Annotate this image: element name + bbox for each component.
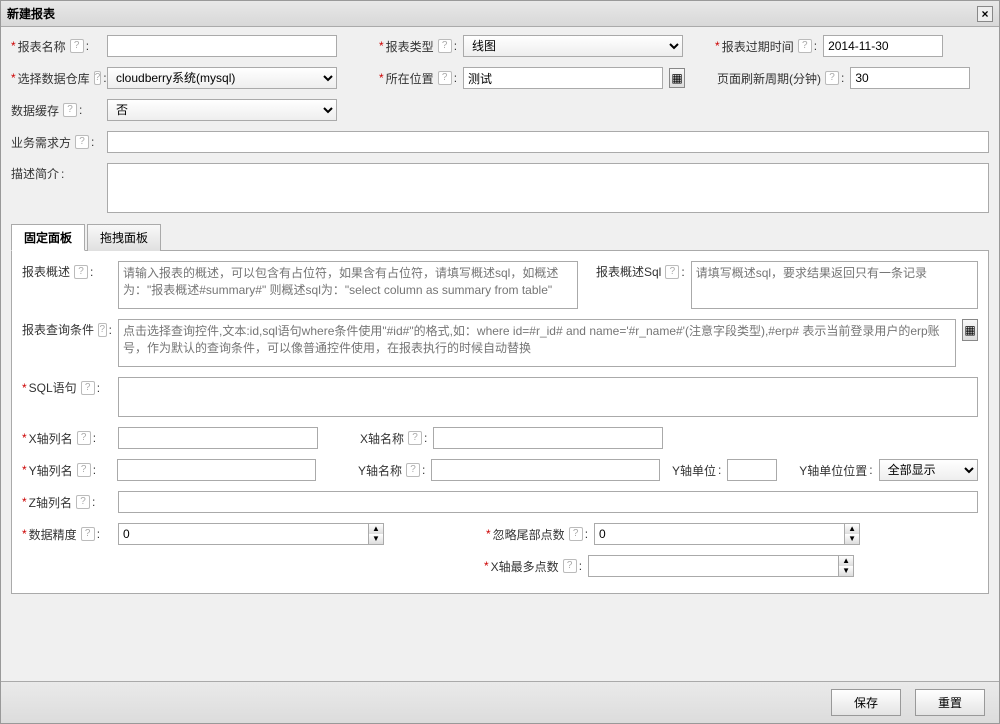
report-desc-sql-input[interactable] [691,261,978,309]
data-cache-label: 数据缓存?: [11,102,101,119]
spinner-down-icon[interactable]: ▼ [839,566,853,576]
x-max-points-input[interactable] [588,555,838,577]
x-axis-name-input[interactable] [433,427,663,449]
y-col-input[interactable] [117,459,316,481]
report-type-select[interactable]: 线图 [463,35,683,57]
location-label: *所在位置?: [379,70,457,87]
refresh-cycle-label: 页面刷新周期(分钟)?: [717,70,844,87]
tab-fixed-panel[interactable]: 固定面板 [11,224,85,251]
x-axis-name-label: X轴名称?: [360,430,427,447]
business-demand-label: 业务需求方?: [11,134,101,151]
datawarehouse-select[interactable]: cloudberry系统(mysql) [107,67,337,89]
y-unit-pos-label: Y轴单位位置: [799,462,872,479]
y-unit-input[interactable] [727,459,777,481]
spinner-up-icon[interactable]: ▲ [839,556,853,566]
expire-time-input[interactable] [823,35,943,57]
bottom-bar: 保存 重置 [1,681,999,723]
desc-intro-input[interactable] [107,163,989,213]
x-col-input[interactable] [118,427,318,449]
sql-stmt-label: *SQL语句?: [22,377,112,396]
x-max-points-label: *X轴最多点数?: [484,558,582,575]
dialog-window: 新建报表 × *报表名称?: *报表类型?: 线图 *报表过期时间?: *选择数… [0,0,1000,724]
close-icon[interactable]: × [977,6,993,22]
business-demand-input[interactable] [107,131,989,153]
save-button[interactable]: 保存 [831,689,901,716]
location-picker-icon[interactable]: ▦ [669,68,685,88]
x-col-label: *X轴列名?: [22,430,112,447]
ignore-tail-input[interactable] [594,523,844,545]
y-axis-name-label: Y轴名称?: [358,462,425,479]
ignore-tail-label: *忽略尾部点数?: [486,526,588,543]
sql-stmt-input[interactable] [118,377,978,417]
report-type-label: *报表类型?: [379,38,457,55]
y-unit-pos-select[interactable]: 全部显示 [879,459,978,481]
data-precision-label: *数据精度?: [22,526,112,543]
tab-drag-panel[interactable]: 拖拽面板 [87,224,161,251]
report-desc-label: 报表概述?: [22,261,112,280]
expire-time-label: *报表过期时间?: [715,38,817,55]
desc-intro-label: 描述简介: [11,163,101,182]
refresh-cycle-input[interactable] [850,67,970,89]
dialog-title: 新建报表 [7,5,55,22]
report-desc-sql-label: 报表概述Sql?: [596,261,685,280]
y-unit-label: Y轴单位: [672,462,721,479]
report-name-input[interactable] [107,35,337,57]
y-col-label: *Y轴列名?: [22,462,111,479]
spinner-down-icon[interactable]: ▼ [369,534,383,544]
fixed-panel: 报表概述?: 报表概述Sql?: 报表查询条件?: ▦ *SQL语句?: *X轴… [11,251,989,594]
data-cache-select[interactable]: 否 [107,99,337,121]
reset-button[interactable]: 重置 [915,689,985,716]
x-max-points-spinner[interactable]: ▲▼ [588,555,854,577]
data-precision-input[interactable] [118,523,368,545]
datawarehouse-label: *选择数据仓库?: [11,70,101,87]
spinner-up-icon[interactable]: ▲ [369,524,383,534]
spinner-up-icon[interactable]: ▲ [845,524,859,534]
location-input[interactable] [463,67,663,89]
query-cond-input[interactable] [118,319,956,367]
z-col-input[interactable] [118,491,978,513]
query-cond-picker-icon[interactable]: ▦ [962,319,978,341]
z-col-label: *Z轴列名?: [22,494,112,511]
dialog-body: *报表名称?: *报表类型?: 线图 *报表过期时间?: *选择数据仓库?: c… [1,27,999,681]
report-desc-input[interactable] [118,261,578,309]
spinner-down-icon[interactable]: ▼ [845,534,859,544]
report-name-label: *报表名称?: [11,38,101,55]
tabs: 固定面板 拖拽面板 [11,223,989,251]
ignore-tail-spinner[interactable]: ▲▼ [594,523,860,545]
y-axis-name-input[interactable] [431,459,660,481]
query-cond-label: 报表查询条件?: [22,319,112,338]
data-precision-spinner[interactable]: ▲▼ [118,523,384,545]
titlebar: 新建报表 × [1,1,999,27]
